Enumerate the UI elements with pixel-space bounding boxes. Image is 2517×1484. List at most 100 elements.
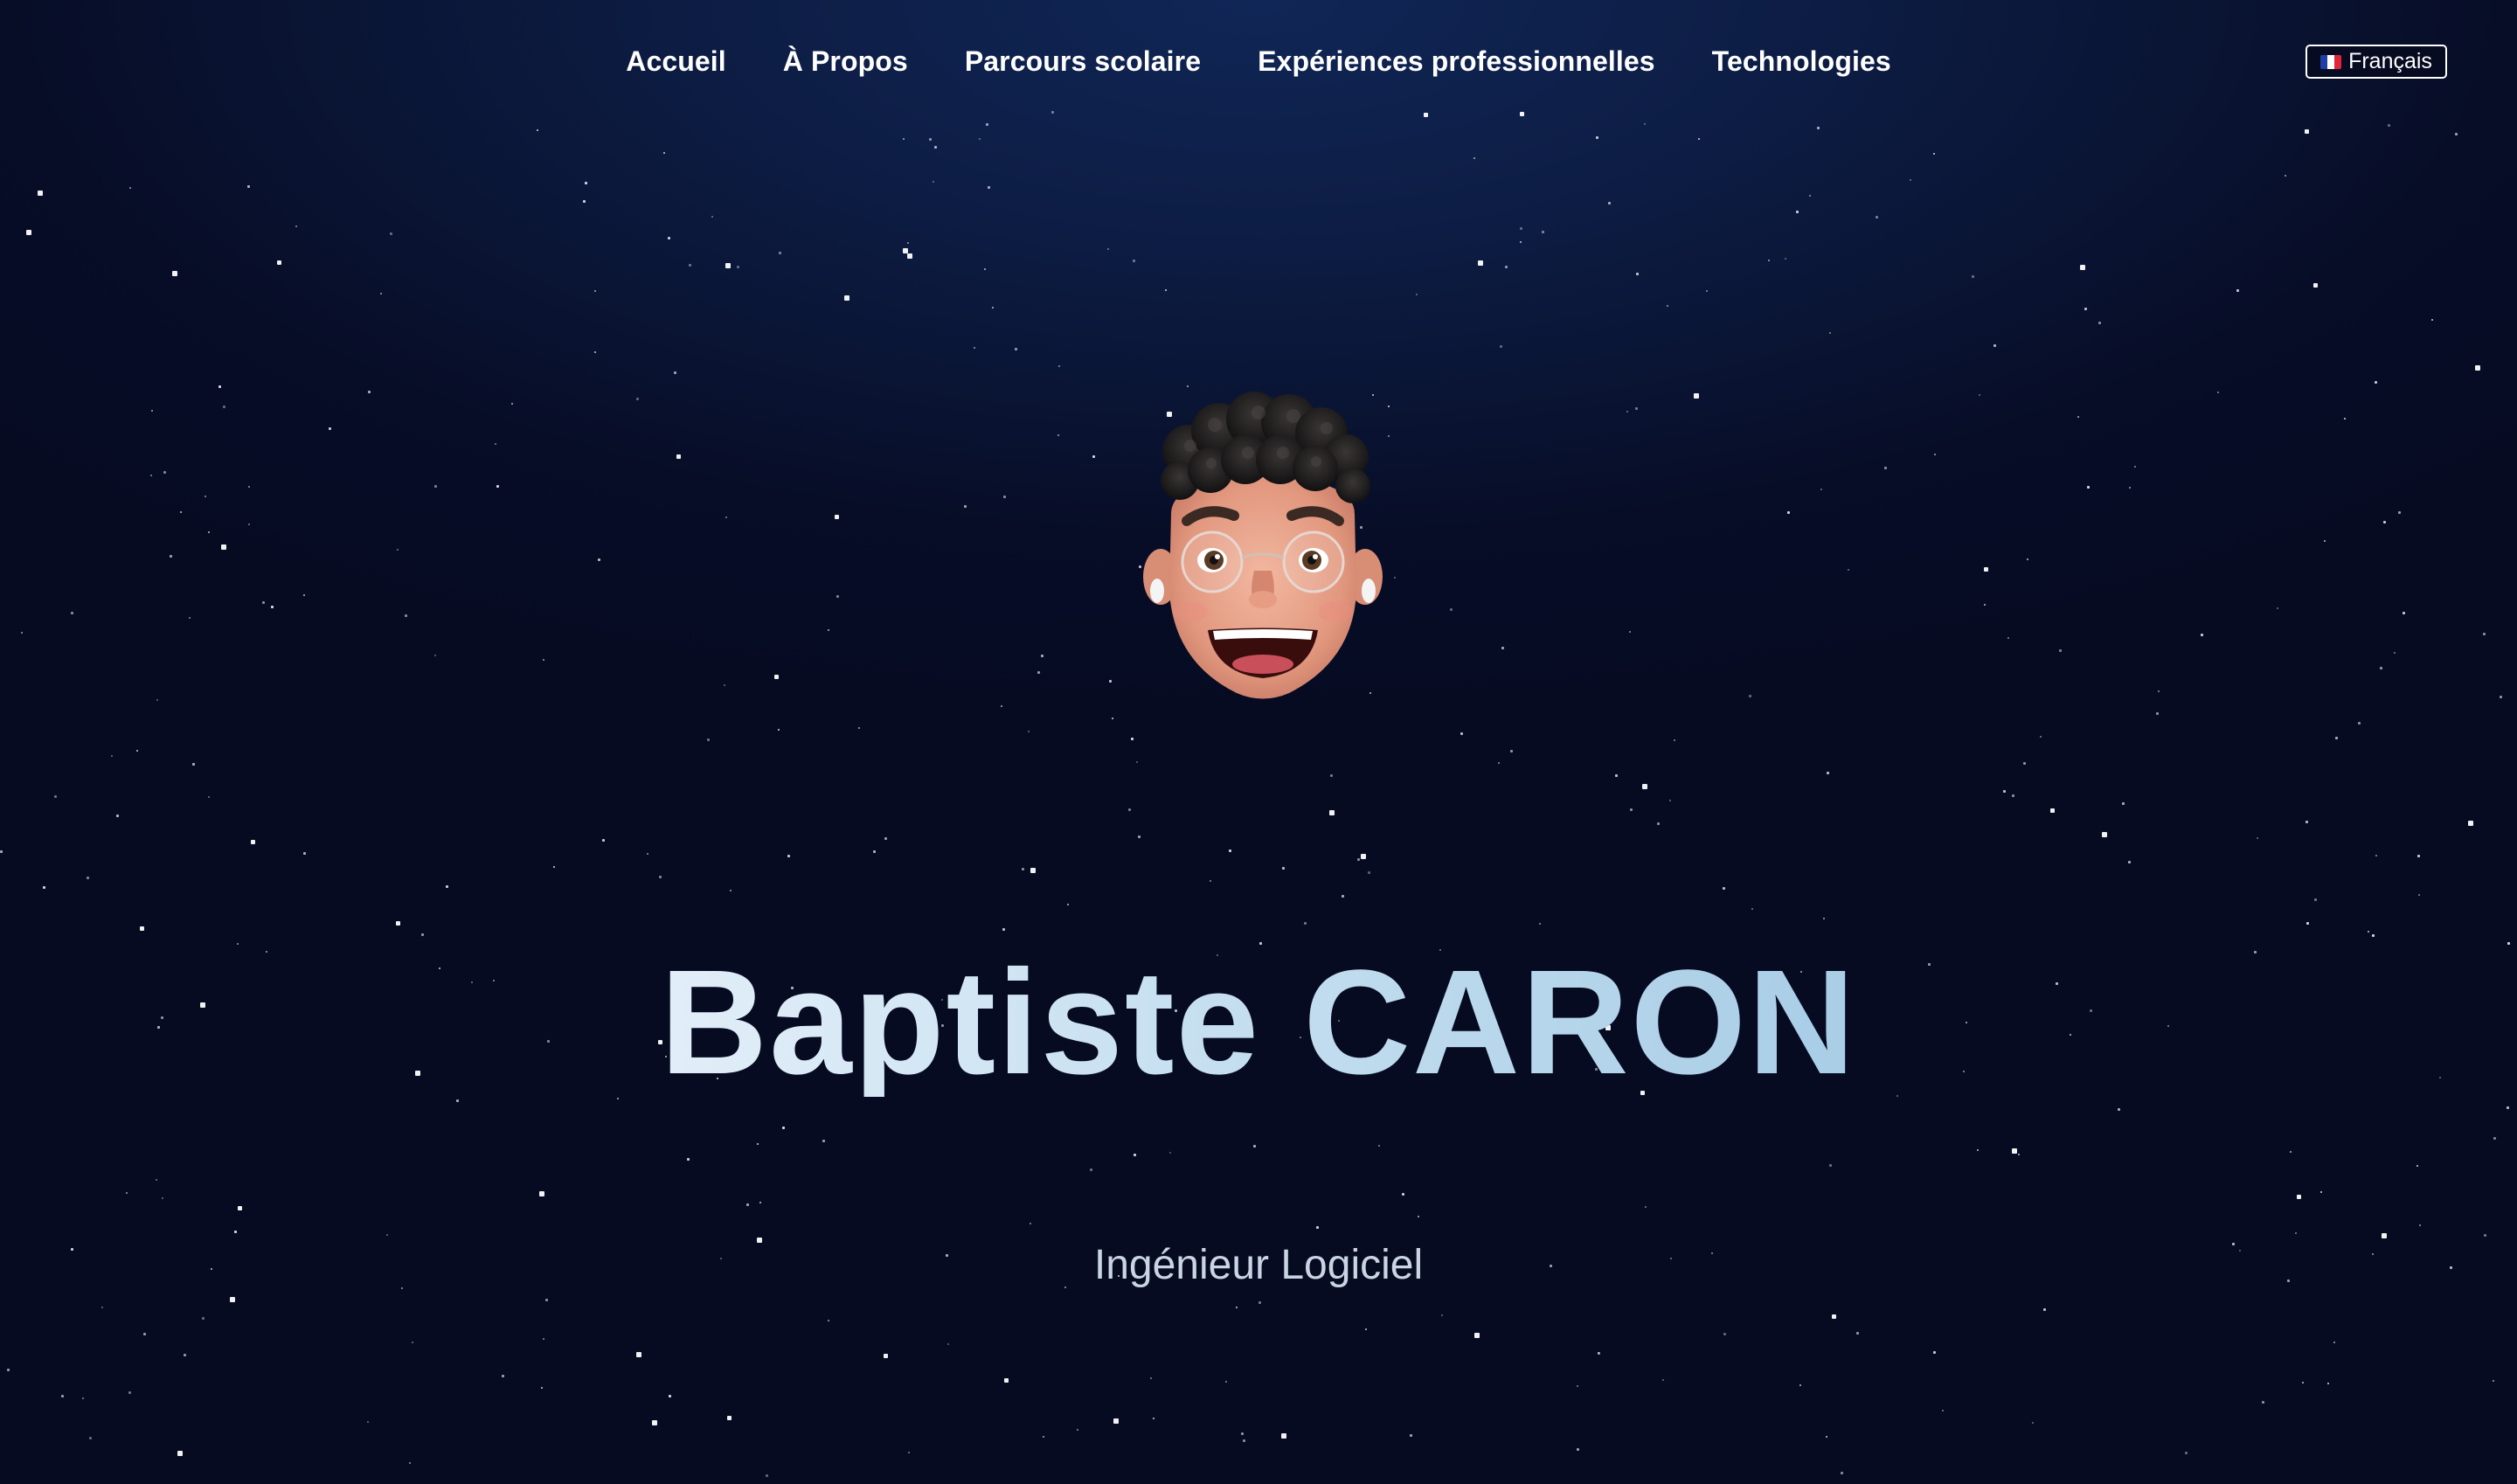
star xyxy=(1243,1439,1245,1442)
star xyxy=(156,1179,157,1181)
star xyxy=(553,866,555,868)
star xyxy=(238,1206,242,1210)
star xyxy=(903,248,908,253)
star xyxy=(711,216,713,218)
star xyxy=(2475,365,2480,371)
star xyxy=(2483,633,2486,635)
star xyxy=(1629,631,1631,633)
nav-link-technologies[interactable]: Technologies xyxy=(1712,38,1891,84)
star xyxy=(1667,305,1668,307)
star xyxy=(162,1197,163,1199)
star xyxy=(1077,1429,1078,1431)
nav-link-parcours-scolaire[interactable]: Parcours scolaire xyxy=(965,38,1201,84)
star xyxy=(368,391,371,393)
star xyxy=(1067,904,1069,905)
star xyxy=(652,1420,657,1425)
star xyxy=(1615,774,1618,777)
star xyxy=(1645,1206,1647,1208)
star xyxy=(1128,808,1131,811)
star xyxy=(822,1140,825,1142)
star xyxy=(1809,195,1811,197)
star xyxy=(1626,411,1628,413)
star xyxy=(689,264,691,267)
star xyxy=(26,230,31,235)
star xyxy=(836,595,839,598)
star xyxy=(934,146,937,149)
star xyxy=(1977,1149,1979,1151)
star xyxy=(1933,1351,1936,1354)
star xyxy=(54,795,57,798)
star xyxy=(2468,821,2473,826)
star xyxy=(537,129,538,131)
star xyxy=(303,594,305,596)
star xyxy=(502,1375,504,1377)
star xyxy=(2403,612,2405,614)
star xyxy=(594,290,596,292)
star xyxy=(2455,133,2458,135)
star xyxy=(1500,345,1502,348)
star xyxy=(2324,540,2326,542)
star xyxy=(1281,1433,1286,1439)
star xyxy=(446,885,448,888)
star xyxy=(434,485,437,488)
star xyxy=(150,475,152,476)
star xyxy=(2129,487,2131,489)
star xyxy=(2018,1154,2020,1155)
star xyxy=(1827,772,1829,774)
star xyxy=(1933,153,1935,155)
star xyxy=(774,675,779,679)
star xyxy=(984,268,986,270)
star xyxy=(1644,123,1646,125)
star xyxy=(1832,1314,1836,1319)
nav-link-a-propos[interactable]: À Propos xyxy=(783,38,908,84)
star xyxy=(2375,381,2377,384)
star xyxy=(1498,762,1500,764)
star xyxy=(2380,667,2382,669)
nav-link-accueil[interactable]: Accueil xyxy=(626,38,726,84)
star xyxy=(1138,836,1141,838)
star xyxy=(737,266,739,268)
star xyxy=(1817,127,1820,129)
star xyxy=(1316,1226,1319,1229)
star xyxy=(1361,854,1366,859)
star xyxy=(636,398,639,400)
star xyxy=(2417,855,2420,857)
star xyxy=(908,1452,910,1453)
star xyxy=(1751,908,1753,910)
star xyxy=(1473,157,1475,159)
star xyxy=(1041,655,1044,657)
nav-link-experiences[interactable]: Expériences professionnelles xyxy=(1258,38,1655,84)
star xyxy=(184,1354,186,1356)
star xyxy=(71,612,73,614)
star xyxy=(663,152,665,154)
star xyxy=(1698,138,1700,140)
star xyxy=(1979,394,1980,396)
star xyxy=(2333,1342,2335,1343)
star xyxy=(1669,800,1671,801)
star xyxy=(1662,1379,1664,1381)
star xyxy=(1829,1164,1832,1167)
star xyxy=(1225,1381,1227,1383)
star xyxy=(7,1369,10,1371)
star xyxy=(1910,179,1911,181)
star xyxy=(303,852,306,855)
star xyxy=(237,943,239,945)
star xyxy=(202,1317,205,1320)
star xyxy=(730,890,732,891)
star xyxy=(223,406,225,408)
star xyxy=(676,454,681,459)
star xyxy=(192,763,195,766)
star xyxy=(766,1474,768,1477)
star xyxy=(2507,942,2510,945)
star xyxy=(1051,111,1054,114)
star xyxy=(1107,248,1109,250)
star xyxy=(1723,1333,1726,1335)
language-selector[interactable]: Français xyxy=(2306,45,2447,79)
star xyxy=(986,123,988,126)
star xyxy=(2431,319,2433,321)
star xyxy=(1136,761,1138,763)
star xyxy=(177,1451,183,1456)
star xyxy=(2313,283,2318,288)
star xyxy=(1003,496,1006,498)
star xyxy=(725,263,731,268)
